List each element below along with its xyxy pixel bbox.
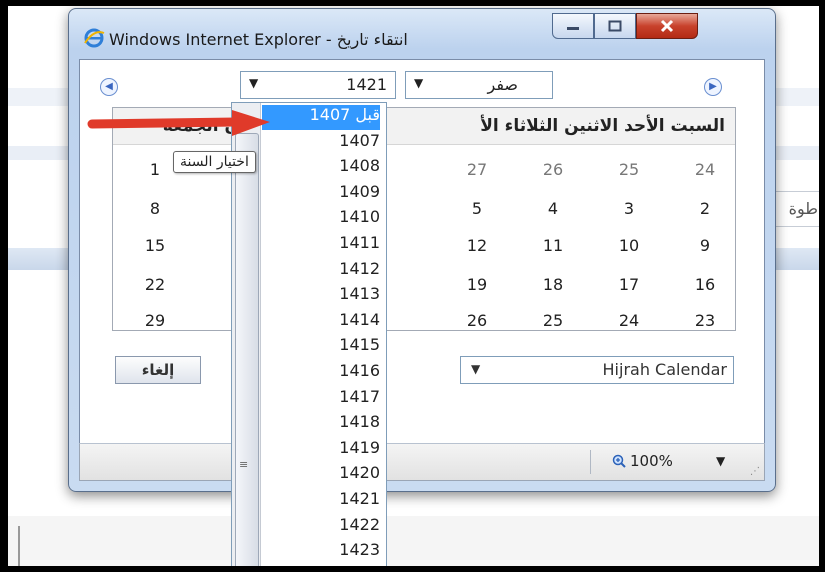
tooltip: اختيار السنة [173,151,256,173]
cancel-button[interactable]: إلغاء [115,356,201,384]
minimize-button[interactable] [552,13,594,39]
maximize-button[interactable] [594,13,636,39]
dropdown-arrow-icon: ▼ [414,76,424,90]
ie-popup-window: انتقاء تاريخ - Windows Internet Explorer… [68,8,776,492]
zoom-control[interactable]: 100% [612,452,673,470]
dropdown-arrow-icon: ▼ [471,362,481,376]
year-option[interactable]: 1419 [262,438,380,463]
next-month-button[interactable]: ▶ [704,78,722,96]
day-cell[interactable]: 1 [135,160,175,179]
day-cell[interactable]: 12 [457,236,497,255]
close-icon [660,19,674,33]
day-cell[interactable]: 9 [685,236,725,255]
year-option[interactable]: 1416 [262,361,380,386]
day-cell[interactable]: 18 [533,275,573,294]
window-title: انتقاء تاريخ - Windows Internet Explorer [109,30,408,49]
background-divider [18,526,20,566]
day-cell[interactable]: 23 [685,311,725,330]
day-cell[interactable]: 26 [533,160,573,179]
day-cell[interactable]: 24 [609,311,649,330]
window-controls [552,13,698,39]
year-option[interactable]: قبل 1407 [262,105,380,130]
day-cell[interactable]: 24 [685,160,725,179]
day-cell[interactable]: 22 [135,275,175,294]
calendar-grid: ن الجمعة السبت الأحد الاثنين الثلاثاء ال… [112,107,736,331]
month-select-value: صفر [487,75,518,94]
chevron-right-icon: ▶ [709,81,717,92]
dropdown-arrow-icon: ▼ [249,76,259,90]
ie-logo-icon [84,28,105,48]
month-select[interactable]: ▼ صفر [405,71,553,99]
minimize-icon [567,27,579,30]
prev-month-button[interactable]: ◀ [100,78,118,96]
year-option[interactable]: 1411 [262,233,380,258]
resize-grip-icon[interactable]: ⋰ [750,466,760,477]
background-footer [8,516,819,566]
year-option[interactable]: 1418 [262,412,380,437]
status-divider [590,450,591,474]
year-option[interactable]: 1417 [262,387,380,412]
background-input-text: طوة [788,199,818,218]
zoom-icon [612,454,626,468]
year-option[interactable]: 1409 [262,182,380,207]
zoom-dropdown-icon[interactable]: ▼ [716,454,725,468]
calendar-type-value: Hijrah Calendar [602,360,727,379]
year-option[interactable]: 1410 [262,207,380,232]
day-cell[interactable]: 5 [457,199,497,218]
day-cell[interactable]: 25 [609,160,649,179]
day-cell[interactable]: 8 [135,199,175,218]
maximize-icon [608,20,622,32]
day-cell[interactable]: 11 [533,236,573,255]
year-option[interactable]: 1412 [262,259,380,284]
day-cell[interactable]: 27 [457,160,497,179]
day-cell[interactable]: 16 [685,275,725,294]
day-cell[interactable]: 25 [533,311,573,330]
year-option[interactable]: 1420 [262,463,380,488]
year-option[interactable]: 1421 [262,489,380,514]
zoom-level: 100% [630,452,673,470]
day-cell[interactable]: 29 [135,311,175,330]
year-option[interactable]: 1413 [262,284,380,309]
day-cell[interactable]: 26 [457,311,497,330]
day-cell[interactable]: 2 [685,199,725,218]
year-option[interactable]: 1407 [262,131,380,156]
scrollbar-thumb[interactable] [235,133,259,566]
year-option[interactable]: 1423 [262,540,380,565]
year-select-value: 1421 [346,75,387,94]
weekday-header-right: السبت الأحد الاثنين الثلاثاء الأ [480,116,725,136]
day-cell[interactable]: 10 [609,236,649,255]
year-option[interactable]: 1422 [262,515,380,540]
year-select[interactable]: ▼ 1421 [240,71,396,99]
status-bar: 100% ▼ ⋰ [79,443,765,481]
day-cell[interactable]: 3 [609,199,649,218]
year-option[interactable]: 1415 [262,335,380,360]
title-bar[interactable]: انتقاء تاريخ - Windows Internet Explorer [69,9,775,57]
day-cell[interactable]: 4 [533,199,573,218]
calendar-type-select[interactable]: ▼ Hijrah Calendar [460,356,734,384]
screen: طوة انتقاء تاريخ - Windows Internet Expl… [8,6,819,566]
annotation-arrow-icon [87,110,270,136]
year-option[interactable]: 1408 [262,156,380,181]
day-cell[interactable]: 19 [457,275,497,294]
close-button[interactable] [636,13,698,39]
year-option[interactable]: 1414 [262,310,380,335]
chevron-left-icon: ◀ [105,81,113,92]
scroll-grip-icon: ≡ [239,458,249,471]
day-cell[interactable]: 15 [135,236,175,255]
day-cell[interactable]: 17 [609,275,649,294]
